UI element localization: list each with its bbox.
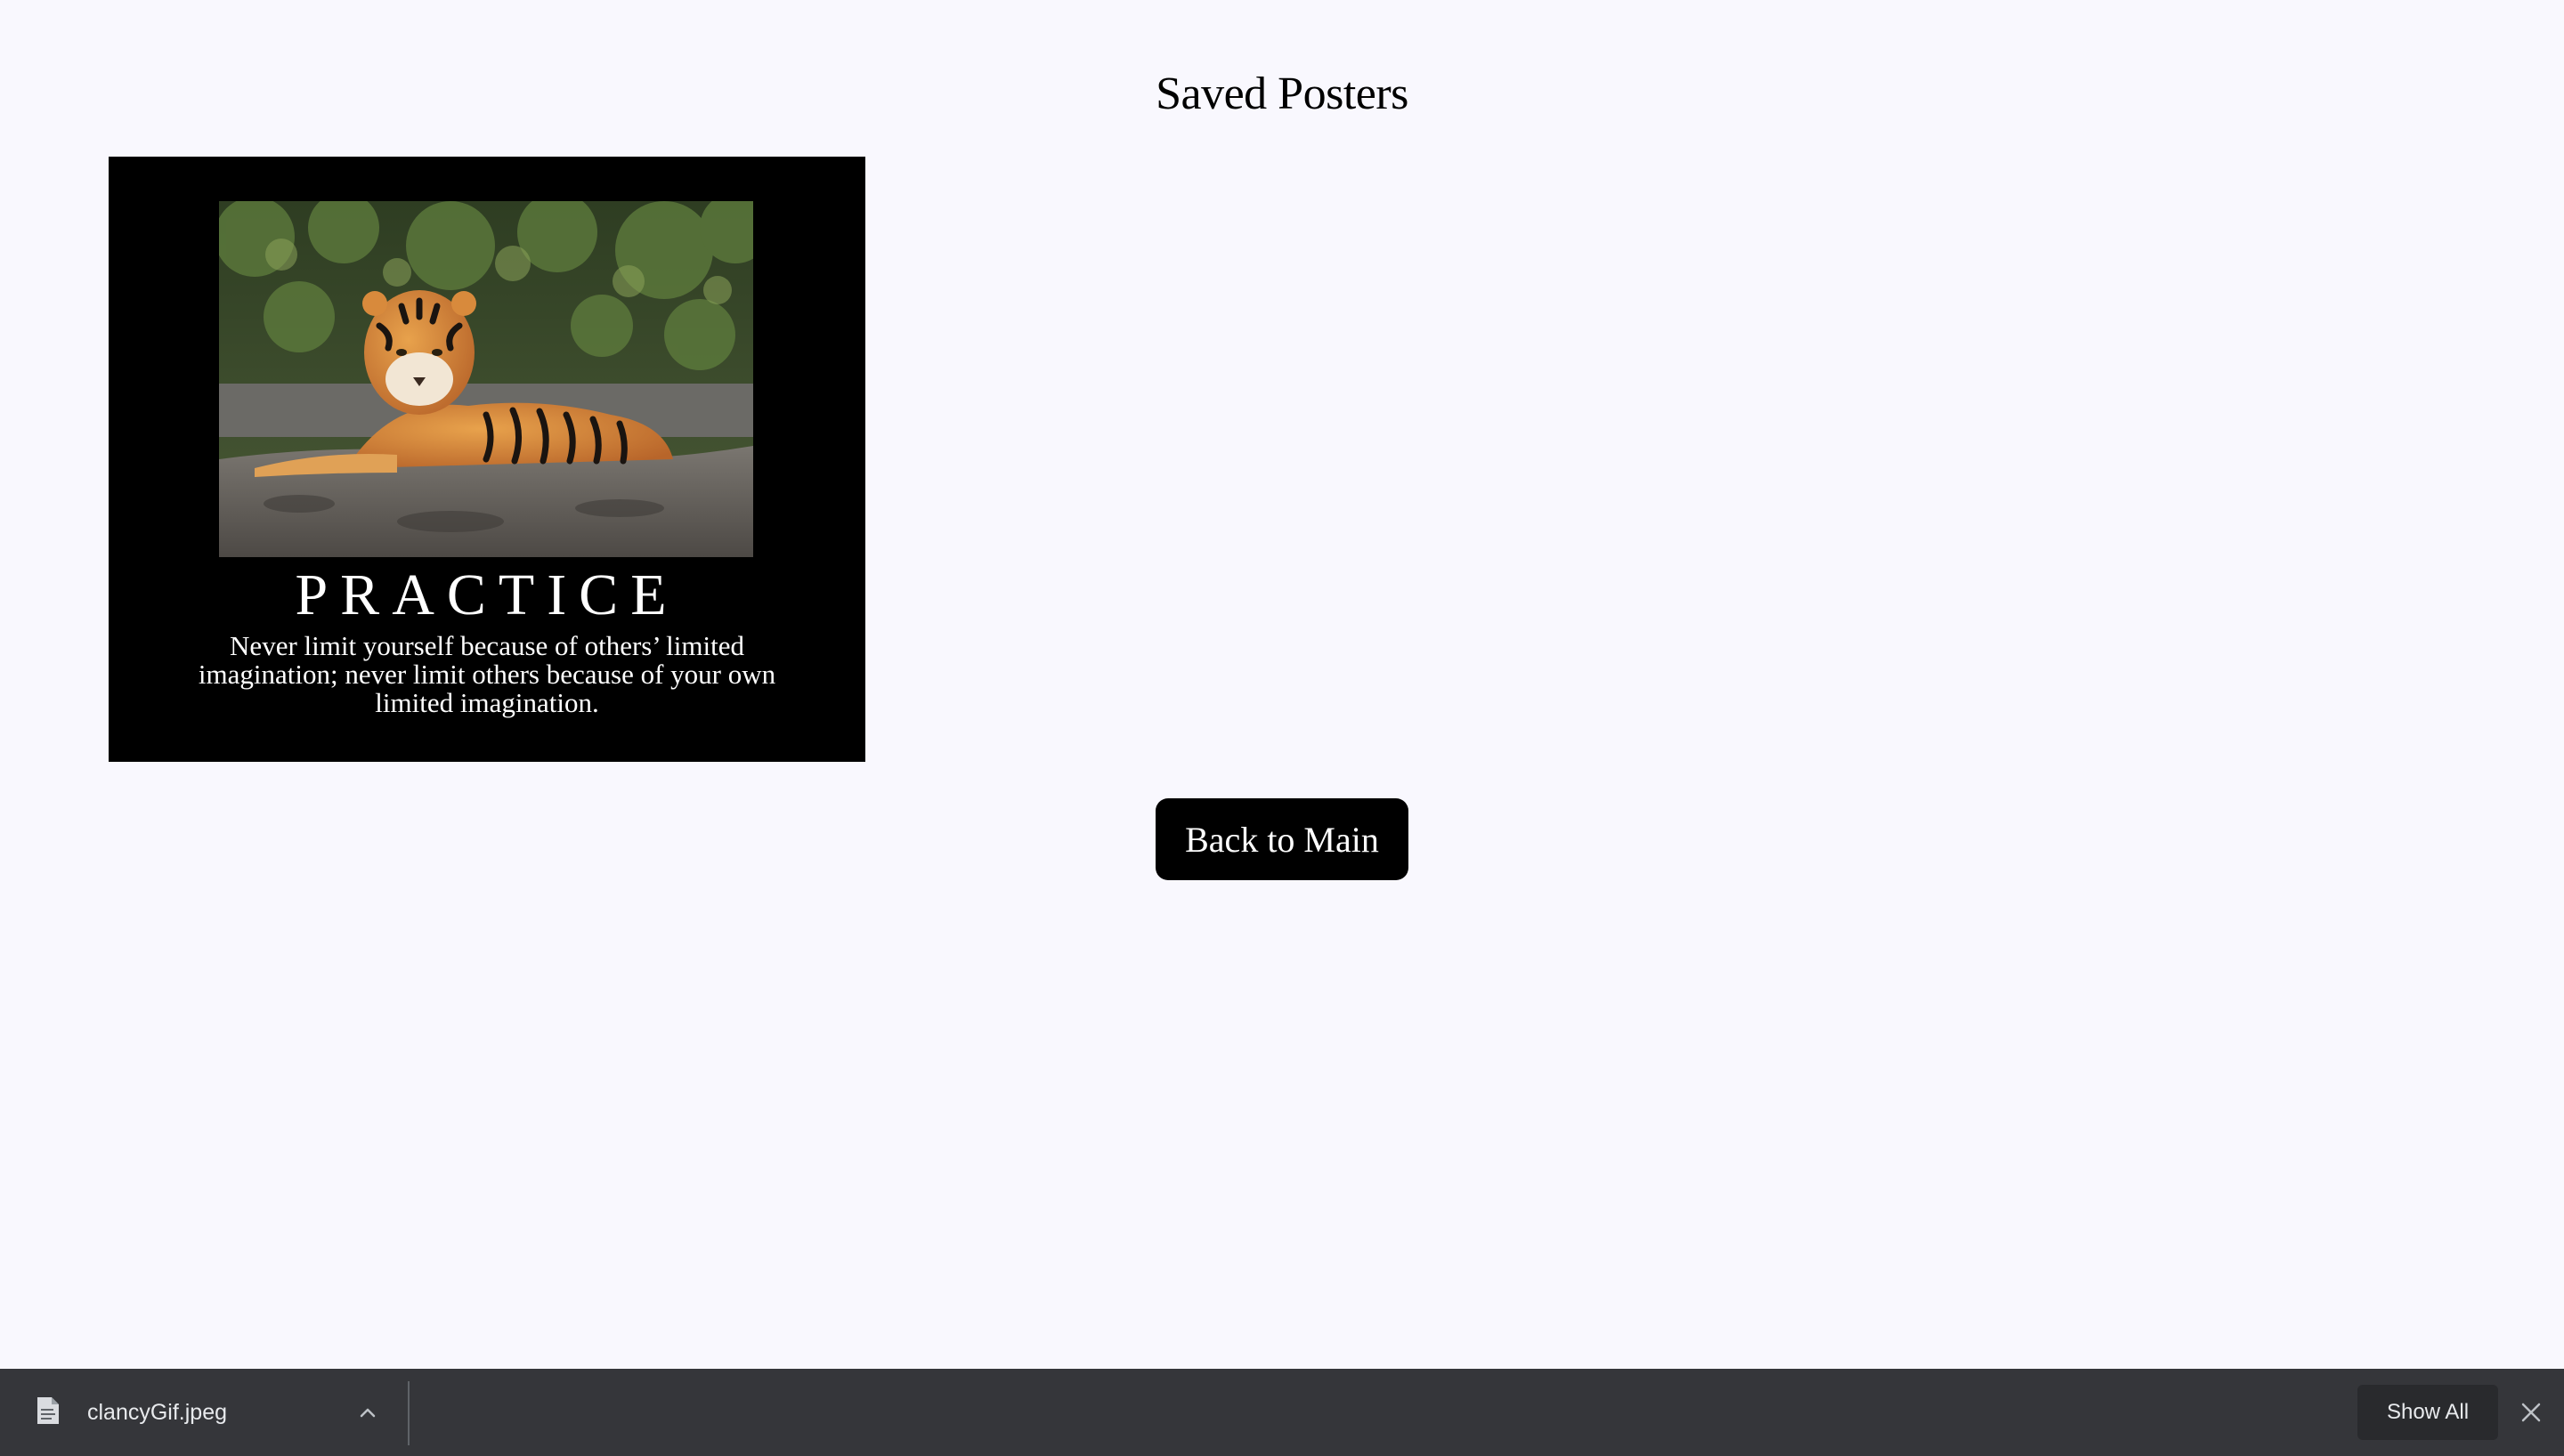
download-file-name: clancyGif.jpeg — [87, 1400, 228, 1425]
poster-quote: Never limit yourself because of others’ … — [198, 630, 776, 718]
back-to-main-button[interactable]: Back to Main — [1156, 798, 1408, 880]
page-title: Saved Posters — [1156, 69, 1408, 119]
saved-poster[interactable]: PRACTICE Never limit yourself because of… — [109, 157, 865, 762]
show-all-button[interactable]: Show All — [2357, 1385, 2498, 1440]
chevron-up-icon[interactable] — [354, 1399, 381, 1426]
file-icon — [37, 1397, 59, 1424]
download-divider — [408, 1381, 410, 1445]
poster-title: PRACTICE — [295, 562, 679, 627]
poster-image — [219, 201, 753, 557]
download-item[interactable]: clancyGif.jpeg — [0, 1369, 408, 1456]
close-icon[interactable] — [2519, 1401, 2543, 1424]
download-bar: clancyGif.jpeg Show All — [0, 1369, 2564, 1456]
